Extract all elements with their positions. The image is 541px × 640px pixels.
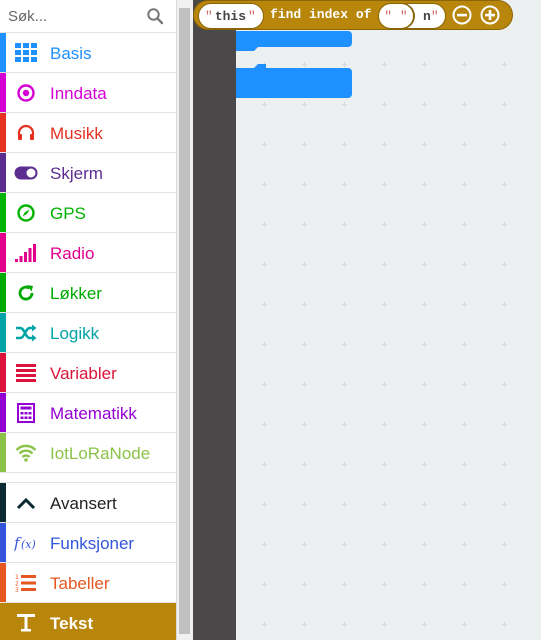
find-index-block[interactable]: " this " find index of n " " " [193, 0, 513, 30]
target-icon [14, 82, 38, 104]
svg-text:3: 3 [15, 587, 19, 593]
category-lokker[interactable]: Løkker [0, 273, 176, 313]
headphones-icon [14, 122, 38, 144]
category-color-bar [0, 523, 6, 562]
category-label: Variabler [50, 364, 117, 383]
text-t-icon [14, 612, 38, 634]
category-label: Løkker [50, 284, 102, 303]
signal-bars-icon [14, 242, 38, 264]
category-label: Matematikk [50, 404, 137, 423]
shuffle-icon [14, 322, 38, 344]
compass-icon [14, 202, 38, 224]
category-color-bar [0, 233, 6, 272]
category-color-bar [0, 193, 6, 232]
category-label: Tabeller [50, 574, 110, 593]
quote-mark: " [205, 8, 213, 24]
search-string-slot[interactable]: " " [378, 3, 414, 29]
quote-mark: " [248, 8, 256, 24]
category-label: Avansert [50, 494, 117, 513]
category-skjerm[interactable]: Skjerm [0, 153, 176, 193]
scrollbar-thumb[interactable] [179, 8, 190, 634]
category-color-bar [0, 313, 6, 352]
category-label: Radio [50, 244, 95, 263]
category-gps[interactable]: GPS [0, 193, 176, 233]
category-color-bar [0, 563, 6, 602]
category-label: Skjerm [50, 164, 103, 183]
category-matematikk[interactable]: Matematikk [0, 393, 176, 433]
toggle-icon [14, 162, 38, 184]
lines-icon [14, 362, 38, 384]
quote-mark: " [384, 8, 393, 24]
category-label: Funksjoner [50, 534, 135, 553]
text-string-slot[interactable]: " this " [198, 3, 264, 29]
search-icon[interactable] [146, 7, 164, 25]
trailing-text: n [423, 8, 431, 24]
find-index-label: find index of [270, 7, 372, 22]
category-basis[interactable]: Basis [0, 33, 176, 73]
function-icon: f (x) [14, 532, 38, 554]
calculator-icon [14, 402, 38, 424]
svg-text:(x): (x) [21, 538, 36, 551]
quote-mark: " [399, 8, 408, 24]
category-label: Inndata [50, 84, 107, 103]
category-inndata[interactable]: Inndata [0, 73, 176, 113]
grid-icon [14, 42, 38, 64]
category-color-bar [0, 73, 6, 112]
category-tekst[interactable]: Tekst [0, 603, 176, 640]
search-bar [0, 0, 176, 33]
category-label: IotLoRaNode [50, 444, 151, 463]
category-color-bar [0, 393, 6, 432]
chevron-up-icon [14, 492, 38, 514]
flyout-strip [193, 0, 236, 640]
category-color-bar [0, 113, 6, 152]
toolbox-divider [0, 473, 176, 483]
category-iotloranode[interactable]: IotLoRaNode [0, 433, 176, 473]
toolbox: Basis Inndata Musikk Skjerm GPS [0, 0, 176, 640]
category-color-bar [0, 483, 6, 522]
category-funksjoner[interactable]: f (x) Funksjoner [0, 523, 176, 563]
category-color-bar [0, 273, 6, 312]
search-value [392, 9, 400, 24]
category-label: Logikk [50, 324, 100, 343]
minus-icon[interactable] [452, 5, 472, 25]
wifi-icon [14, 442, 38, 464]
category-color-bar [0, 353, 6, 392]
category-label: GPS [50, 204, 86, 223]
refresh-icon [14, 282, 38, 304]
category-variabler[interactable]: Variabler [0, 353, 176, 393]
category-label: Tekst [50, 614, 94, 633]
text-value: this [214, 8, 247, 24]
plus-icon[interactable] [480, 5, 500, 25]
category-radio[interactable]: Radio [0, 233, 176, 273]
category-color-bar [0, 33, 6, 72]
category-avansert[interactable]: Avansert [0, 483, 176, 523]
category-label: Basis [50, 44, 92, 63]
quote-mark: " [430, 8, 439, 24]
category-color-bar [0, 433, 6, 472]
category-musikk[interactable]: Musikk [0, 113, 176, 153]
category-color-bar [0, 153, 6, 192]
category-tabeller[interactable]: 123 Tabeller [0, 563, 176, 603]
numbered-list-icon: 123 [14, 572, 38, 594]
code-block[interactable] [236, 31, 352, 51]
category-label: Musikk [50, 124, 103, 143]
code-block[interactable] [236, 64, 352, 98]
category-logikk[interactable]: Logikk [0, 313, 176, 353]
